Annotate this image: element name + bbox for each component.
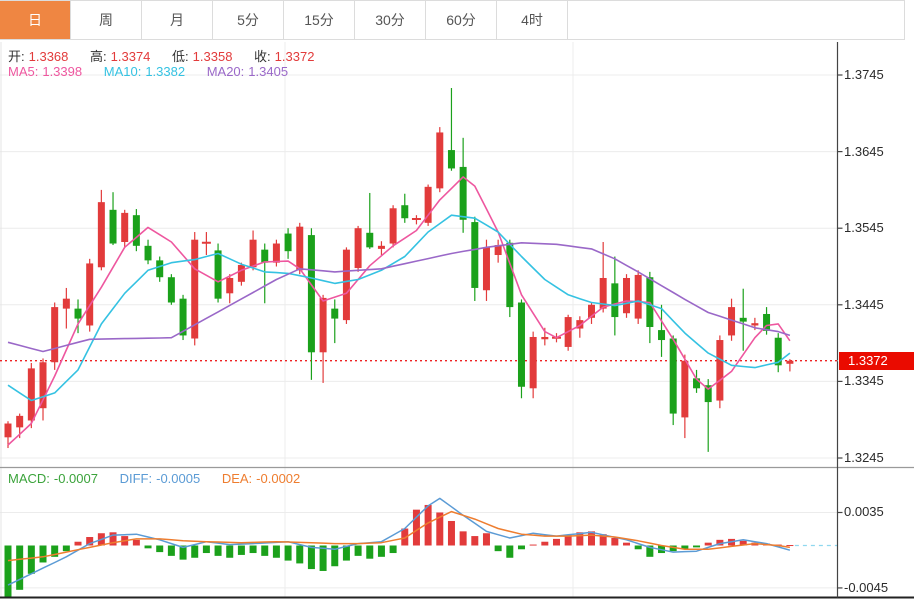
ma-legend: MA5: 1.3398 MA10:1.3382 MA20:1.3405 xyxy=(8,64,288,79)
tab-60min[interactable]: 60分 xyxy=(426,1,497,39)
trading-chart-app: 日周月5分15分30分60分4时 开:1.3368 高:1.3374 低:1.3… xyxy=(0,0,914,603)
tab-weekly[interactable]: 周 xyxy=(71,1,142,39)
dea-value: -0.0002 xyxy=(256,471,300,486)
low-label: 低: xyxy=(172,49,189,64)
macd-legend: MACD: -0.0007 DIFF:-0.0005 DEA: -0.0002 xyxy=(8,471,300,486)
tab-monthly[interactable]: 月 xyxy=(142,1,213,39)
close-label: 收: xyxy=(254,49,271,64)
diff-label: DIFF: xyxy=(120,471,153,486)
tab-30min[interactable]: 30分 xyxy=(355,1,426,39)
ma5-value: 1.3398 xyxy=(42,64,82,79)
ma10-value: 1.3382 xyxy=(145,64,185,79)
interval-tabstrip: 日周月5分15分30分60分4时 xyxy=(0,0,905,40)
price-tick-1.3245: 1.3245 xyxy=(844,450,884,465)
price-tick-1.3345: 1.3345 xyxy=(844,373,884,388)
ohlc-legend: 开: 1.3368 高: 1.3374 低: 1.3358 收: 1.3372 xyxy=(8,46,314,65)
tab-4hour[interactable]: 4时 xyxy=(497,1,568,39)
current-price-badge: 1.3372 xyxy=(839,352,914,370)
candlestick-chart[interactable] xyxy=(0,0,914,603)
dea-label: DEA: xyxy=(222,471,252,486)
macd-tick-0.0035: 0.0035 xyxy=(844,504,884,519)
close-value: 1.3372 xyxy=(275,49,315,64)
tab-5min[interactable]: 5分 xyxy=(213,1,284,39)
low-value: 1.3358 xyxy=(193,49,233,64)
ma10-label: MA10: xyxy=(104,64,142,79)
price-tick-1.3545: 1.3545 xyxy=(844,220,884,235)
macd-value: -0.0007 xyxy=(54,471,98,486)
macd-label: MACD: xyxy=(8,471,50,486)
tab-daily[interactable]: 日 xyxy=(0,1,71,39)
price-tick-1.3745: 1.3745 xyxy=(844,67,884,82)
price-tick-1.3445: 1.3445 xyxy=(844,297,884,312)
ma20-label: MA20: xyxy=(207,64,245,79)
ma20-value: 1.3405 xyxy=(248,64,288,79)
diff-value: -0.0005 xyxy=(156,471,200,486)
high-label: 高: xyxy=(90,49,107,64)
tab-15min[interactable]: 15分 xyxy=(284,1,355,39)
open-label: 开: xyxy=(8,49,25,64)
ma5-label: MA5: xyxy=(8,64,38,79)
high-value: 1.3374 xyxy=(111,49,151,64)
open-value: 1.3368 xyxy=(29,49,69,64)
price-tick-1.3645: 1.3645 xyxy=(844,144,884,159)
macd-tick--0.0045: -0.0045 xyxy=(844,580,888,595)
